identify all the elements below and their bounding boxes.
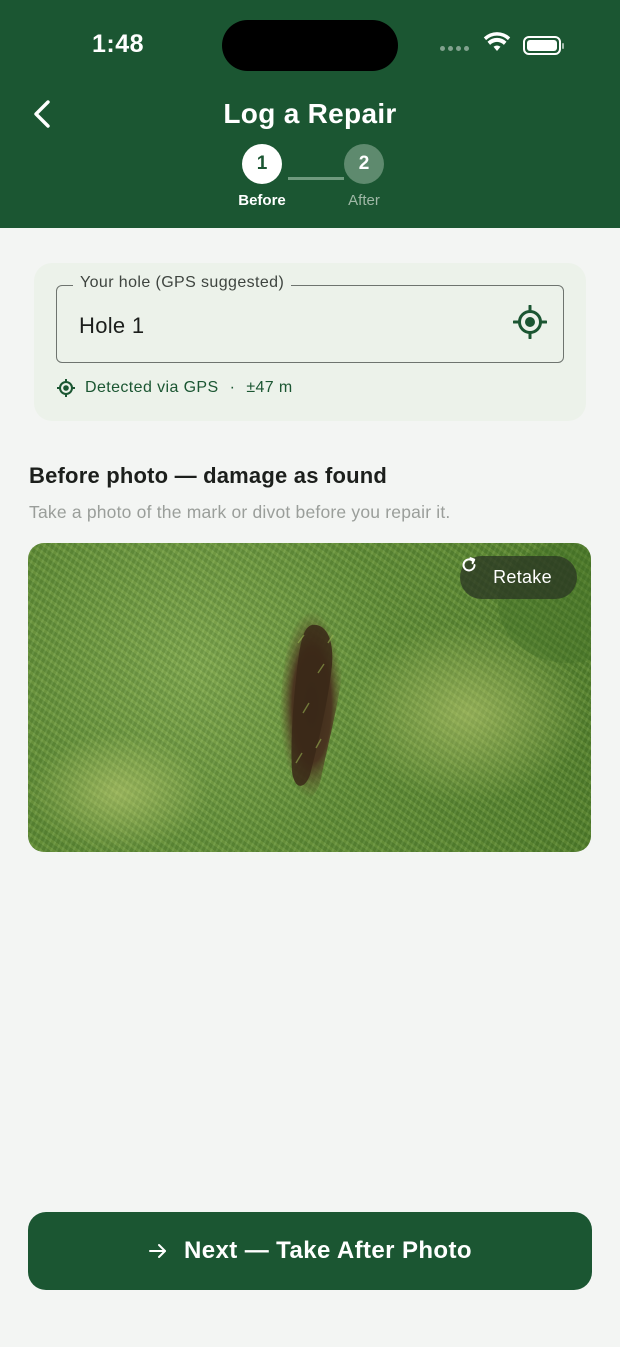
status-time: 1:48 xyxy=(92,30,145,58)
hole-card: Your hole (GPS suggested) Hole 1 Detecte… xyxy=(34,263,586,421)
step-indicator: 1 2 Before After xyxy=(0,144,620,214)
crosshair-icon xyxy=(512,304,548,344)
locate-button[interactable] xyxy=(511,304,549,344)
location-target-icon xyxy=(56,378,76,398)
arrow-right-icon xyxy=(148,1242,168,1260)
battery-icon xyxy=(523,35,564,55)
next-take-after-photo-button[interactable]: Next — Take After Photo xyxy=(28,1212,592,1290)
gps-status-text: Detected via GPS xyxy=(85,379,219,396)
hole-field[interactable]: Your hole (GPS suggested) Hole 1 xyxy=(56,274,564,363)
app-header: 1:48 Log a Repair 1 2 Before After xyxy=(0,0,620,228)
step-1-label: Before xyxy=(238,192,286,209)
hole-field-label: Your hole (GPS suggested) xyxy=(73,274,292,292)
step-2-label: After xyxy=(348,192,380,209)
retake-button[interactable]: Retake xyxy=(460,556,577,599)
retake-label: Retake xyxy=(493,567,552,587)
wifi-icon xyxy=(483,31,511,59)
before-photo: Retake xyxy=(28,543,591,852)
section-subtitle: Take a photo of the mark or divot before… xyxy=(29,502,451,522)
next-button-label: Next — Take After Photo xyxy=(184,1237,472,1264)
hole-field-value[interactable]: Hole 1 xyxy=(79,313,144,339)
cellular-signal-icon xyxy=(440,45,469,51)
step-2-circle: 2 xyxy=(344,144,384,184)
gps-status-row: Detected via GPS · ±47 m xyxy=(56,377,293,399)
section-title: Before photo — damage as found xyxy=(29,463,388,488)
step-1-circle: 1 xyxy=(242,144,282,184)
page-title: Log a Repair xyxy=(223,98,397,129)
step-connector xyxy=(288,177,344,180)
separator-dot: · xyxy=(229,379,236,396)
status-icons xyxy=(440,31,564,59)
dynamic-island xyxy=(222,20,398,71)
gps-accuracy: ±47 m xyxy=(246,379,293,396)
